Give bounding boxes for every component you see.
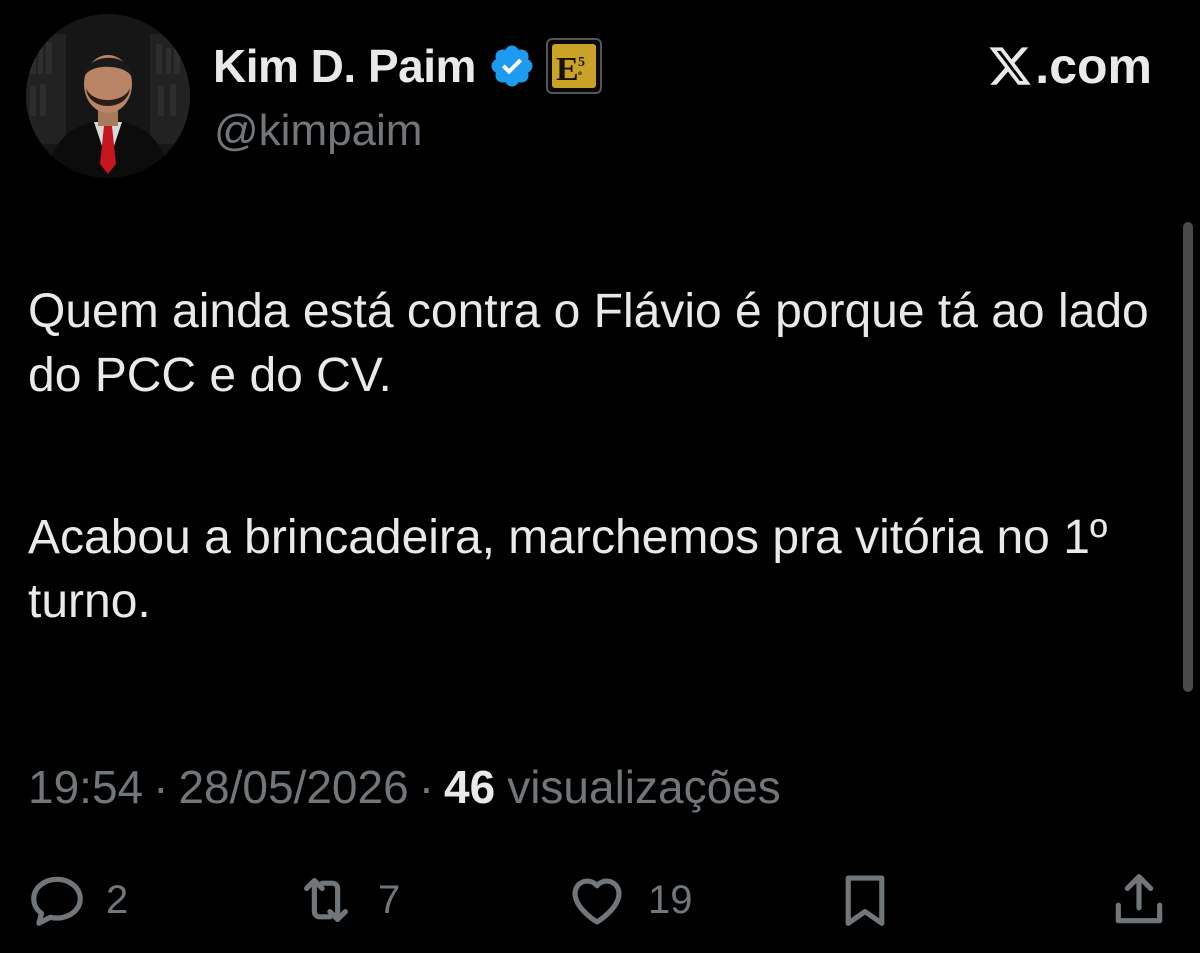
bookmark-icon	[832, 869, 898, 931]
tweet-time[interactable]: 19:54	[28, 760, 143, 814]
tweet-paragraph: Quem ainda está contra o Flávio é porque…	[28, 285, 1149, 402]
tweet-text: Quem ainda está contra o Flávio é porque…	[28, 280, 1158, 634]
verified-badge-icon[interactable]	[488, 42, 536, 90]
like-count: 19	[648, 877, 693, 922]
avatar[interactable]	[26, 14, 190, 178]
svg-text:º: º	[578, 69, 582, 83]
brand-watermark: .com	[987, 38, 1152, 94]
brand-label: .com	[1035, 38, 1152, 94]
tweet-paragraph: Acabou a brincadeira, marchemos pra vitó…	[28, 511, 1108, 628]
meta-separator: ·	[418, 761, 435, 813]
author-handle[interactable]: @kimpaim	[214, 106, 422, 156]
affiliate-badge-icon[interactable]: E 5 º	[545, 38, 602, 94]
display-name[interactable]: Kim D. Paim	[213, 39, 476, 93]
retweet-icon	[290, 869, 362, 931]
tweet-card: Kim D. Paim E 5 º @kimpaim .com Quem ain…	[0, 0, 1200, 953]
bookmark-button[interactable]	[832, 865, 898, 935]
reply-icon	[24, 869, 90, 931]
tweet-date[interactable]: 28/05/2026	[178, 760, 408, 814]
reply-count: 2	[106, 877, 129, 922]
action-bar: 2 7 19	[0, 865, 1200, 935]
views-label: visualizações	[507, 761, 781, 813]
svg-text:E: E	[556, 51, 579, 88]
reply-button[interactable]: 2	[24, 865, 128, 935]
name-row: Kim D. Paim E 5 º	[213, 36, 602, 96]
avatar-image	[26, 14, 190, 178]
scrollbar[interactable]	[1183, 222, 1193, 692]
like-button[interactable]: 19	[562, 865, 693, 935]
like-icon	[562, 869, 632, 931]
views-count: 46	[444, 761, 496, 813]
tweet-meta: 19:54 · 28/05/2026 · 46 visualizações	[28, 760, 781, 814]
share-button[interactable]	[1108, 865, 1170, 935]
retweet-button[interactable]: 7	[290, 865, 400, 935]
share-icon	[1108, 869, 1170, 931]
retweet-count: 7	[378, 877, 401, 922]
x-logo-icon	[987, 42, 1033, 90]
svg-text:5: 5	[578, 55, 585, 70]
meta-separator: ·	[153, 761, 169, 813]
